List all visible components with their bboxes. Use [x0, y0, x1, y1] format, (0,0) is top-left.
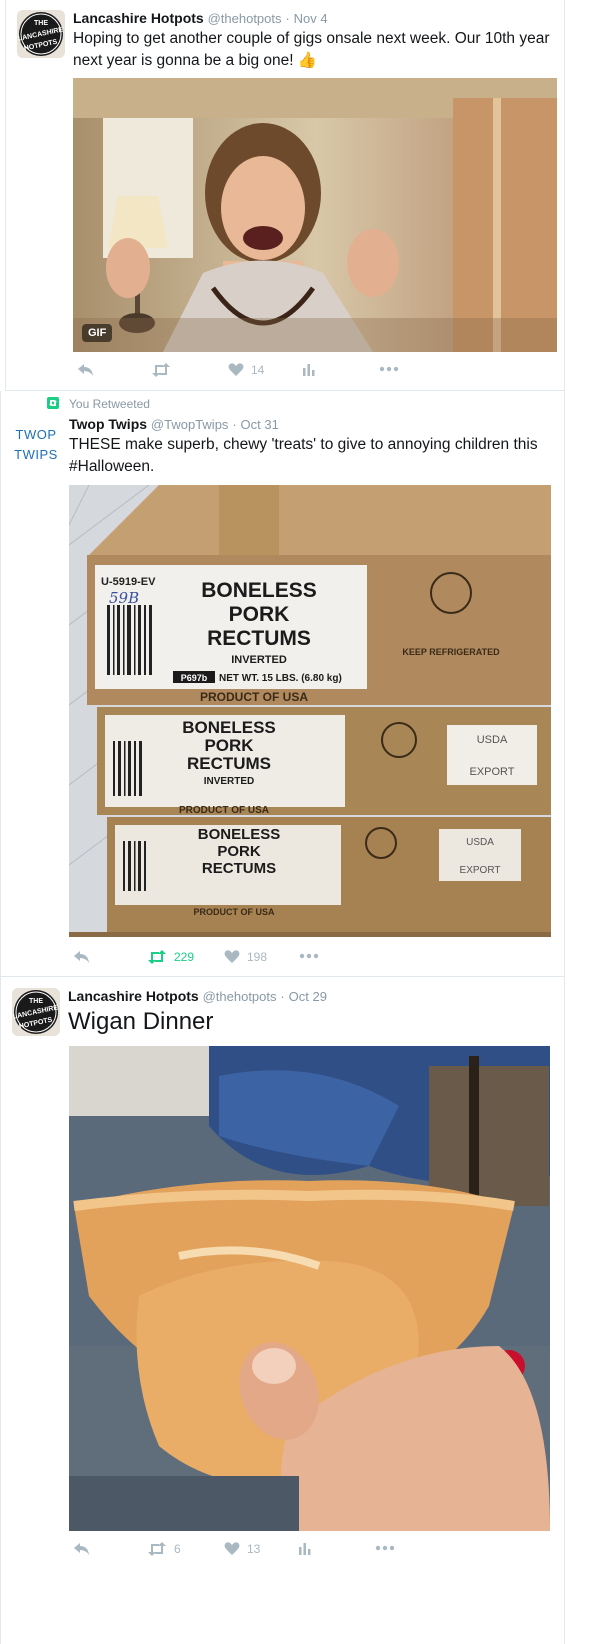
retweeted-icon: [47, 397, 59, 409]
separator: ·: [280, 989, 285, 1004]
tweet-media-gif[interactable]: GIF: [73, 78, 557, 352]
tweet-date[interactable]: Oct 29: [289, 989, 327, 1004]
reply-icon: [78, 364, 93, 376]
box2-line1: BONELESS: [182, 718, 276, 737]
separator: ·: [285, 11, 290, 26]
tweet-text: Hoping to get another couple of gigs ons…: [73, 30, 550, 69]
heart-icon: [228, 363, 244, 376]
author-handle[interactable]: @TwopTwips: [151, 417, 229, 432]
box-keep: KEEP REFRIGERATED: [402, 647, 500, 657]
box2-usda: USDA: [477, 734, 508, 746]
boxes-photo: U-5919-EV 59B BONELESS PORK RECTUMS INVE…: [69, 485, 551, 937]
lancashire-hotpots-avatar[interactable]: THE LANCASHIRE HOTPOTS: [12, 988, 60, 1036]
box-line1: BONELESS: [201, 579, 317, 602]
like-count: 14: [251, 362, 265, 377]
retweet-icon: [148, 950, 166, 964]
box3-line1: BONELESS: [198, 826, 281, 843]
heart-icon: [224, 1542, 240, 1555]
tweet-text: THESE make superb, chewy 'treats' to giv…: [69, 436, 538, 475]
more-button[interactable]: [379, 366, 399, 372]
tweet-media-photo[interactable]: U-5919-EV 59B BONELESS PORK RECTUMS INVE…: [69, 485, 551, 937]
author-handle[interactable]: @thehotpots: [203, 989, 277, 1004]
box-code: U-5919-EV: [101, 576, 156, 588]
tweet-header: Lancashire Hotpots @thehotpots · Nov 4: [73, 10, 328, 26]
avatar-text-line1: TWOP: [16, 427, 57, 442]
box-weight-code: P697b: [181, 673, 208, 683]
box-line3: RECTUMS: [207, 627, 311, 650]
retweet-count: 229: [174, 950, 195, 964]
avatar-text-line2: TWIPS: [14, 447, 58, 462]
reply-button[interactable]: [73, 949, 91, 965]
box-sub: INVERTED: [231, 654, 287, 666]
box-origin: PRODUCT OF USA: [200, 690, 308, 704]
reply-button[interactable]: [77, 362, 95, 378]
tweet-date[interactable]: Oct 31: [241, 417, 279, 432]
pie-photo: [69, 1046, 550, 1531]
box2-origin: PRODUCT OF USA: [179, 805, 269, 816]
retweet-button[interactable]: 229: [147, 949, 194, 965]
retweet-button[interactable]: [151, 362, 178, 378]
box3-export: EXPORT: [460, 865, 501, 876]
reply-icon: [74, 1543, 89, 1555]
box-weight: NET WT. 15 LBS. (6.80 kg): [219, 673, 342, 684]
box-handwritten: 59B: [109, 589, 139, 607]
retweet-icon: [152, 363, 170, 377]
avatar-text-line1: THE: [34, 20, 48, 27]
tweet-text: Wigan Dinner: [68, 1008, 214, 1035]
more-icon: [299, 953, 319, 959]
tweet-header: Lancashire Hotpots @thehotpots · Oct 29: [68, 988, 327, 1004]
box3-line2: PORK: [217, 843, 261, 860]
retweet-icon: [148, 1542, 166, 1556]
tweet-header: Twop Twips @TwopTwips · Oct 31: [69, 416, 279, 432]
box2-line3: RECTUMS: [187, 754, 271, 773]
like-count: 198: [247, 949, 268, 964]
tweet-actions: 6 13: [69, 1541, 550, 1565]
reply-icon: [74, 951, 89, 963]
author-name[interactable]: Lancashire Hotpots: [68, 988, 199, 1004]
tweet-1[interactable]: THE LANCASHIRE HOTPOTS Lancashire Hotpot…: [5, 0, 565, 390]
avatar-text-line1: THE: [29, 998, 43, 1005]
gif-badge: GIF: [82, 324, 113, 342]
box2-line2: PORK: [204, 736, 254, 755]
tweet-media-photo[interactable]: [69, 1046, 550, 1531]
retweet-button[interactable]: 6: [147, 1541, 181, 1557]
tweet-date[interactable]: Nov 4: [294, 11, 328, 26]
gif-scene-image: [73, 78, 557, 352]
analytics-icon: [303, 364, 315, 376]
more-button[interactable]: [299, 953, 319, 959]
box3-usda: USDA: [466, 837, 494, 848]
like-count: 13: [247, 1541, 261, 1556]
like-button[interactable]: 13: [224, 1541, 260, 1556]
tweet-actions: 14: [73, 362, 557, 386]
more-icon: [375, 1545, 395, 1551]
box3-line3: RECTUMS: [202, 860, 276, 877]
more-button[interactable]: [375, 1545, 395, 1551]
tweet-actions: 229 198: [69, 949, 551, 973]
twop-twips-avatar[interactable]: TWOP TWIPS: [12, 421, 60, 469]
retweet-count: 6: [174, 1542, 181, 1556]
reply-button[interactable]: [73, 1541, 91, 1557]
box-line2: PORK: [229, 603, 290, 626]
lancashire-hotpots-avatar[interactable]: THE LANCASHIRE HOTPOTS: [17, 10, 65, 58]
tweet-3[interactable]: THE LANCASHIRE HOTPOTS Lancashire Hotpot…: [0, 977, 565, 1644]
more-icon: [379, 366, 399, 372]
heart-icon: [224, 950, 240, 963]
separator: ·: [232, 417, 237, 432]
retweet-note: You Retweeted: [69, 397, 150, 411]
like-button[interactable]: 198: [224, 949, 267, 964]
analytics-button[interactable]: [302, 362, 316, 376]
like-button[interactable]: 14: [228, 362, 264, 377]
box3-origin: PRODUCT OF USA: [194, 907, 276, 917]
analytics-icon: [299, 1543, 311, 1555]
author-name[interactable]: Twop Twips: [69, 416, 147, 432]
author-handle[interactable]: @thehotpots: [208, 11, 282, 26]
box2-export: EXPORT: [469, 766, 514, 778]
box2-sub: INVERTED: [204, 776, 255, 787]
tweet-2[interactable]: You Retweeted TWOP TWIPS Twop Twips @Two…: [0, 391, 565, 976]
analytics-button[interactable]: [298, 1541, 312, 1555]
author-name[interactable]: Lancashire Hotpots: [73, 10, 204, 26]
